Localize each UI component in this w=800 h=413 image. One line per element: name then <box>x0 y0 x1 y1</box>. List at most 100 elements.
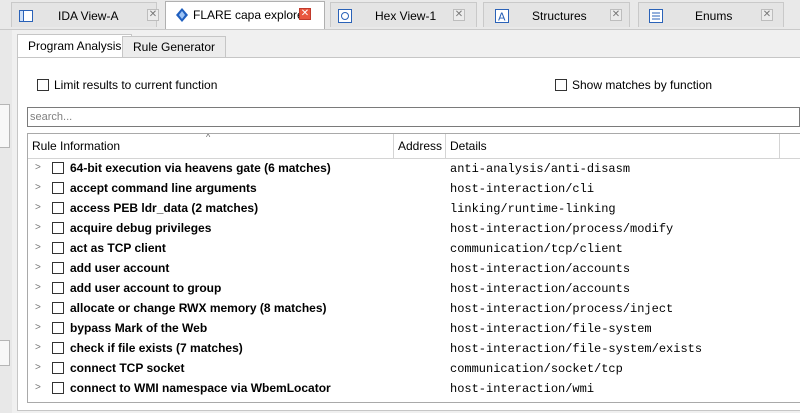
table-row[interactable]: > accept command line arguments host-inter… <box>28 178 800 198</box>
enums-icon <box>648 8 664 24</box>
rule-details: host-interaction/wmi <box>450 382 595 396</box>
column-header-address[interactable]: Address <box>394 134 446 158</box>
expand-arrow-icon[interactable]: > <box>35 222 41 233</box>
rule-name: accept command line arguments <box>70 181 257 195</box>
row-checkbox[interactable] <box>52 182 64 194</box>
limit-results-option[interactable]: Limit results to current function <box>37 77 217 92</box>
tab-label: Hex View-1 <box>375 9 437 23</box>
tab-label: IDA View-A <box>58 9 119 23</box>
close-icon[interactable]: ✕ <box>453 9 465 21</box>
document-tab-bar: IDA View-A ✕ FLARE capa explorer ✕ Hex V… <box>0 0 800 30</box>
row-checkbox[interactable] <box>52 242 64 254</box>
show-matches-label: Show matches by function <box>572 77 713 92</box>
column-header-details[interactable]: Details <box>446 134 780 158</box>
rule-name: access PEB ldr_data (2 matches) <box>70 201 259 215</box>
row-checkbox[interactable] <box>52 382 64 394</box>
table-row[interactable]: > access PEB ldr_data (2 matches) linking/… <box>28 198 800 218</box>
close-icon[interactable]: ✕ <box>147 9 159 21</box>
tab-enums[interactable]: Enums ✕ <box>638 2 784 27</box>
tab-label: Enums <box>695 9 733 23</box>
rule-name: allocate or change RWX memory (8 matches… <box>70 301 327 315</box>
table-row[interactable]: > acquire debug privileges host-interactio… <box>28 218 800 238</box>
expand-arrow-icon[interactable]: > <box>35 242 41 253</box>
row-checkbox[interactable] <box>52 202 64 214</box>
tab-hex-view-1[interactable]: Hex View-1 ✕ <box>330 2 477 27</box>
rule-name: add user account <box>70 261 170 275</box>
tab-rule-generator[interactable]: Rule Generator <box>122 36 227 58</box>
ida-view-icon <box>18 8 34 24</box>
tab-structures[interactable]: A Structures ✕ <box>483 2 630 27</box>
rule-name: connect to WMI namespace via WbemLocator <box>70 381 331 395</box>
rule-name: check if file exists (7 matches) <box>70 341 243 355</box>
expand-arrow-icon[interactable]: > <box>35 162 41 173</box>
results-tree: Rule Information ^ Address Details >64-b… <box>27 133 800 403</box>
expand-arrow-icon[interactable]: > <box>35 182 41 193</box>
row-checkbox[interactable] <box>52 282 64 294</box>
show-matches-option[interactable]: Show matches by function <box>555 77 712 92</box>
table-row[interactable]: >64-bit execution via heavens gate (6 ma… <box>28 158 800 178</box>
table-row[interactable]: > connect TCP socket communication/socket/… <box>28 358 800 378</box>
rule-details: host-interaction/cli <box>450 182 595 196</box>
close-icon[interactable]: ✕ <box>761 9 773 21</box>
table-row[interactable]: > add user account to group host-interacti… <box>28 278 800 298</box>
rule-details: host-interaction/accounts <box>450 262 631 276</box>
panel-bottom-border <box>17 410 800 411</box>
table-row[interactable]: > act as TCP client communication/tcp/clie… <box>28 238 800 258</box>
row-checkbox[interactable] <box>52 222 64 234</box>
expand-arrow-icon[interactable]: > <box>35 282 41 293</box>
sort-ascending-icon: ^ <box>206 133 211 142</box>
close-icon[interactable]: ✕ <box>299 8 311 20</box>
table-header: Rule Information ^ Address Details <box>28 134 800 159</box>
structures-icon: A <box>494 8 510 24</box>
tab-label: Structures <box>532 9 587 23</box>
row-checkbox[interactable] <box>52 342 64 354</box>
expand-arrow-icon[interactable]: > <box>35 342 41 353</box>
row-checkbox[interactable] <box>52 302 64 314</box>
rule-details: host-interaction/file-system <box>450 322 652 336</box>
flare-icon <box>174 7 190 23</box>
tab-program-analysis[interactable]: Program Analysis <box>17 34 133 58</box>
rule-details: communication/socket/tcp <box>450 362 623 376</box>
expand-arrow-icon[interactable]: > <box>35 382 41 393</box>
rule-details: host-interaction/process/inject <box>450 302 674 316</box>
rule-name: add user account to group <box>70 281 222 295</box>
rule-name: 64-bit execution via heavens gate (6 mat… <box>70 161 331 175</box>
expand-arrow-icon[interactable]: > <box>35 262 41 273</box>
tab-label: FLARE capa explorer <box>193 8 308 22</box>
search-input[interactable] <box>27 107 800 127</box>
table-row[interactable]: > bypass Mark of the Web host-interaction/… <box>28 318 800 338</box>
tab-ida-view-a[interactable]: IDA View-A ✕ <box>11 2 159 27</box>
show-matches-checkbox[interactable] <box>555 78 567 91</box>
table-row[interactable]: > allocate or change RWX memory (8 matche… <box>28 298 800 318</box>
rule-name: bypass Mark of the Web <box>70 321 208 335</box>
row-checkbox[interactable] <box>52 162 64 174</box>
table-row[interactable]: > add user account host-interaction/accoun… <box>28 258 800 278</box>
svg-text:A: A <box>498 11 506 24</box>
row-checkbox[interactable] <box>52 262 64 274</box>
expand-arrow-icon[interactable]: > <box>35 202 41 213</box>
table-row[interactable]: > connect to WMI namespace via WbemLocato… <box>28 378 800 398</box>
hex-view-icon <box>337 8 353 24</box>
limit-results-label: Limit results to current function <box>54 77 218 92</box>
expand-arrow-icon[interactable]: > <box>35 322 41 333</box>
row-checkbox[interactable] <box>52 322 64 334</box>
dock-handle[interactable] <box>0 340 10 366</box>
rule-details: host-interaction/accounts <box>450 282 631 296</box>
rule-details: host-interaction/file-system/exists <box>450 342 703 356</box>
rule-details: anti-analysis/anti-disasm <box>450 162 631 176</box>
limit-results-checkbox[interactable] <box>37 78 49 91</box>
rule-details: communication/tcp/client <box>450 242 623 256</box>
expand-arrow-icon[interactable]: > <box>35 302 41 313</box>
table-row[interactable]: > check if file exists (7 matches) host-in… <box>28 338 800 358</box>
row-checkbox[interactable] <box>52 362 64 374</box>
rule-details: host-interaction/process/modify <box>450 222 674 236</box>
rule-name: act as TCP client <box>70 241 166 255</box>
rule-name: connect TCP socket <box>70 361 185 375</box>
dock-handle[interactable] <box>0 104 10 148</box>
left-dock-strip <box>0 30 12 413</box>
close-icon[interactable]: ✕ <box>610 9 622 21</box>
column-header-rule-information[interactable]: Rule Information <box>28 134 394 158</box>
rule-name: acquire debug privileges <box>70 221 212 235</box>
expand-arrow-icon[interactable]: > <box>35 362 41 373</box>
tab-flare-capa-explorer[interactable]: FLARE capa explorer ✕ <box>165 1 325 29</box>
